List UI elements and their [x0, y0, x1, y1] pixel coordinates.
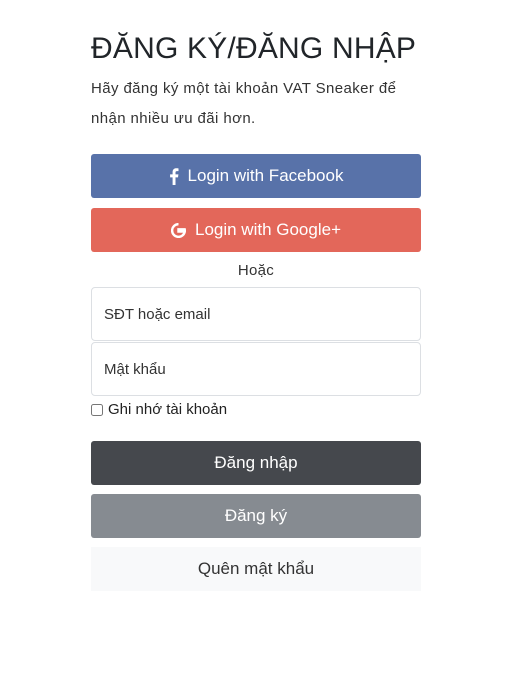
- forgot-password-button[interactable]: Quên mật khẩu: [91, 547, 421, 591]
- remember-label: Ghi nhớ tài khoản: [108, 401, 228, 418]
- or-divider: Hoặc: [237, 262, 275, 279]
- register-button[interactable]: Đăng ký: [91, 494, 421, 538]
- google-icon: [170, 222, 186, 238]
- username-input[interactable]: [91, 287, 421, 341]
- remember-me[interactable]: Ghi nhớ tài khoản: [91, 401, 227, 418]
- login-button[interactable]: Đăng nhập: [91, 441, 421, 485]
- page-subtitle: Hãy đăng ký một tài khoản VAT Sneaker để…: [91, 80, 397, 127]
- remember-checkbox[interactable]: [91, 403, 103, 416]
- facebook-icon: [169, 167, 179, 185]
- login-facebook-button[interactable]: Login with Facebook: [91, 154, 421, 198]
- login-facebook-label: Login with Facebook: [187, 166, 344, 185]
- auth-panel: ĐĂNG KÝ/ĐĂNG NHẬP Hãy đăng ký một tài kh…: [91, 0, 421, 591]
- password-input[interactable]: [91, 342, 421, 396]
- login-google-label: Login with Google+: [194, 220, 342, 239]
- login-google-button[interactable]: Login with Google+: [91, 208, 421, 252]
- page-title: ĐĂNG KÝ/ĐĂNG NHẬP: [91, 32, 417, 65]
